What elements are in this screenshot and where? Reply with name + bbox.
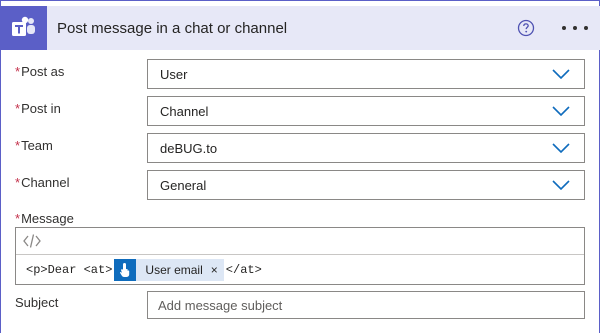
post-in-value: Channel — [160, 103, 209, 119]
required-marker: * — [15, 138, 21, 153]
editor-divider — [16, 254, 584, 255]
connector-notch — [1, 1, 600, 5]
subject-label: Subject — [15, 295, 59, 310]
post-in-label: *Post in — [15, 101, 61, 116]
touch-icon — [114, 259, 137, 281]
channel-value: General — [160, 177, 207, 193]
team-value: deBUG.to — [160, 140, 218, 156]
message-prefix: <p>Dear <at> — [26, 263, 113, 277]
post-as-dropdown[interactable]: User — [147, 59, 585, 89]
dynamic-content-token[interactable]: User email × — [114, 259, 224, 281]
action-header[interactable]: Post message in a chat or channel — [1, 6, 600, 50]
help-circle-icon[interactable] — [516, 18, 536, 38]
remove-token-icon[interactable]: × — [211, 263, 218, 277]
message-label: *Message — [15, 211, 74, 226]
post-in-dropdown[interactable]: Channel — [147, 96, 585, 126]
chevron-down-icon — [552, 106, 570, 116]
subject-input[interactable] — [147, 291, 585, 319]
chevron-down-icon — [552, 180, 570, 190]
chevron-down-icon — [552, 69, 570, 79]
channel-dropdown[interactable]: General — [147, 170, 585, 200]
code-view-icon[interactable] — [22, 232, 42, 250]
team-dropdown[interactable]: deBUG.to — [147, 133, 585, 163]
post-as-value: User — [160, 66, 188, 82]
required-marker: * — [15, 64, 21, 79]
required-marker: * — [15, 101, 21, 116]
team-label: *Team — [15, 138, 53, 153]
teams-logo-icon — [1, 6, 47, 50]
required-marker: * — [15, 175, 21, 190]
required-marker: * — [15, 211, 21, 226]
channel-label: *Channel — [15, 175, 70, 190]
action-title: Post message in a chat or channel — [57, 19, 288, 37]
ellipsis-icon[interactable] — [562, 18, 588, 38]
message-content[interactable]: <p>Dear <at> User email × </at> — [26, 259, 262, 281]
message-editor[interactable]: <p>Dear <at> User email × </at> — [15, 227, 585, 285]
action-card: Post message in a chat or channel *Post … — [0, 0, 600, 333]
message-suffix: </at> — [225, 263, 262, 277]
post-as-label: *Post as — [15, 64, 65, 79]
token-label: User email — [145, 263, 203, 277]
chevron-down-icon — [552, 143, 570, 153]
